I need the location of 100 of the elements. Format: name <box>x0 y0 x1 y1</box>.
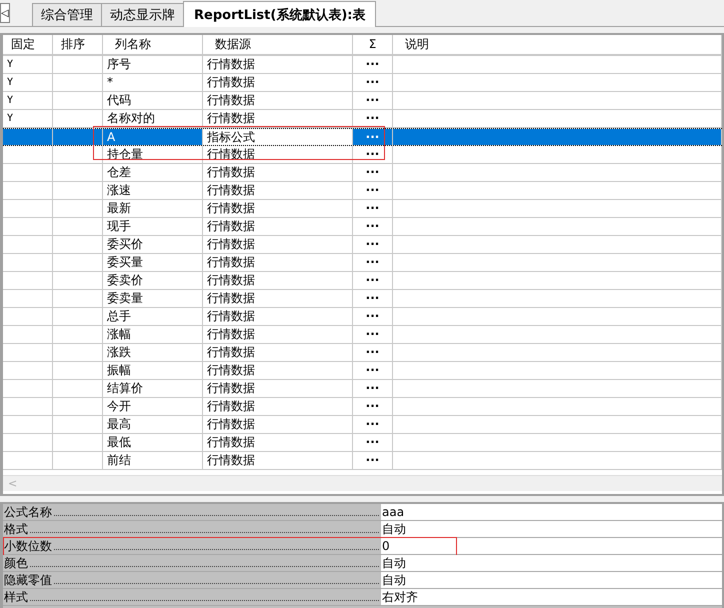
column-header[interactable]: 列名称 <box>103 35 203 54</box>
table-cell: 行情数据 <box>203 308 353 326</box>
property-label: 格式 <box>4 521 28 537</box>
more-button[interactable]: ··· <box>353 110 393 128</box>
more-button[interactable]: ··· <box>353 326 393 344</box>
table-cell: 今开 <box>103 398 203 416</box>
table-row[interactable]: Y 名称对的 行情数据 ··· <box>3 110 722 128</box>
table-cell: 行情数据 <box>203 182 353 200</box>
tab[interactable]: 综合管理 <box>32 3 102 26</box>
more-button[interactable]: ··· <box>353 74 393 92</box>
table-cell: 行情数据 <box>203 110 353 128</box>
table-row[interactable]: 委买量 行情数据 ··· <box>3 254 722 272</box>
table-row[interactable]: 委买价 行情数据 ··· <box>3 236 722 254</box>
column-header[interactable]: 说明 <box>393 35 722 54</box>
table-row[interactable]: 仓差 行情数据 ··· <box>3 164 722 182</box>
table-row[interactable]: 涨速 行情数据 ··· <box>3 182 722 200</box>
property-value[interactable]: aaa <box>381 504 722 520</box>
table-row[interactable]: 涨幅 行情数据 ··· <box>3 326 722 344</box>
more-button[interactable]: ··· <box>353 129 393 145</box>
table-row[interactable]: 最新 行情数据 ··· <box>3 200 722 218</box>
table-cell: 行情数据 <box>203 56 353 74</box>
table-row[interactable]: 委卖价 行情数据 ··· <box>3 272 722 290</box>
table-cell: 行情数据 <box>203 326 353 344</box>
more-button[interactable]: ··· <box>353 434 393 452</box>
table-row[interactable]: 最高 行情数据 ··· <box>3 416 722 434</box>
more-button[interactable]: ··· <box>353 218 393 236</box>
table-row[interactable]: 最低 行情数据 ··· <box>3 434 722 452</box>
property-value[interactable]: 自动 <box>381 572 722 588</box>
property-value[interactable]: 右对齐 <box>381 589 722 605</box>
more-button[interactable]: ··· <box>353 416 393 434</box>
table-cell: A <box>103 129 203 145</box>
table-row[interactable]: 总手 行情数据 ··· <box>3 308 722 326</box>
tab[interactable]: ReportList(系统默认表):表 <box>183 1 376 27</box>
property-label: 颜色 <box>4 555 28 571</box>
table-cell: 行情数据 <box>203 236 353 254</box>
more-button[interactable]: ··· <box>353 254 393 272</box>
column-header[interactable]: 数据源 <box>203 35 353 54</box>
more-button[interactable]: ··· <box>353 56 393 74</box>
table-row[interactable]: Y 序号 行情数据 ··· <box>3 56 722 74</box>
table-row[interactable]: 结算价 行情数据 ··· <box>3 380 722 398</box>
table-cell: 行情数据 <box>203 398 353 416</box>
property-label: 样式 <box>4 589 28 605</box>
table-cell: 行情数据 <box>203 416 353 434</box>
table-cell: 总手 <box>103 308 203 326</box>
table-cell: 最新 <box>103 200 203 218</box>
table-cell: 前结 <box>103 452 203 470</box>
table-row[interactable]: 涨跌 行情数据 ··· <box>3 344 722 362</box>
tab[interactable]: 动态显示牌 <box>101 3 184 26</box>
table-cell: 涨跌 <box>103 344 203 362</box>
more-button[interactable]: ··· <box>353 272 393 290</box>
table-cell: 行情数据 <box>203 434 353 452</box>
scroll-left-button[interactable]: ◁ <box>0 3 10 23</box>
column-header[interactable]: Σ <box>353 35 393 54</box>
more-button[interactable]: ··· <box>353 182 393 200</box>
table-cell: 行情数据 <box>203 380 353 398</box>
table-cell: 行情数据 <box>203 254 353 272</box>
more-button[interactable]: ··· <box>353 290 393 308</box>
more-button[interactable]: ··· <box>353 452 393 470</box>
property-value[interactable]: 自动 <box>381 521 722 537</box>
more-button[interactable]: ··· <box>353 200 393 218</box>
table-cell: 行情数据 <box>203 218 353 236</box>
table-row[interactable]: 前结 行情数据 ··· <box>3 452 722 470</box>
table-cell: Y <box>3 74 53 92</box>
more-button[interactable]: ··· <box>353 380 393 398</box>
more-button[interactable]: ··· <box>353 362 393 380</box>
table-row[interactable]: Y * 行情数据 ··· <box>3 74 722 92</box>
table-cell: 行情数据 <box>203 92 353 110</box>
more-button[interactable]: ··· <box>353 236 393 254</box>
table-cell: 仓差 <box>103 164 203 182</box>
more-button[interactable]: ··· <box>353 92 393 110</box>
table-cell: 结算价 <box>103 380 203 398</box>
table-cell: 行情数据 <box>203 272 353 290</box>
table-row[interactable]: 振幅 行情数据 ··· <box>3 362 722 380</box>
more-button[interactable]: ··· <box>353 398 393 416</box>
table-cell: 序号 <box>103 56 203 74</box>
column-header[interactable]: 固定 <box>3 35 53 54</box>
column-header[interactable]: 排序 <box>53 35 103 54</box>
table-row[interactable]: 现手 行情数据 ··· <box>3 218 722 236</box>
table-cell: 行情数据 <box>203 74 353 92</box>
more-button[interactable]: ··· <box>353 308 393 326</box>
more-button[interactable]: ··· <box>353 146 393 164</box>
table-cell: 行情数据 <box>203 362 353 380</box>
table-row[interactable]: A 指标公式 ··· <box>3 128 722 146</box>
table-cell: 委卖量 <box>103 290 203 308</box>
table-cell: 振幅 <box>103 362 203 380</box>
table-row[interactable]: Y 代码 行情数据 ··· <box>3 92 722 110</box>
table-cell: 代码 <box>103 92 203 110</box>
table-row[interactable]: 委卖量 行情数据 ··· <box>3 290 722 308</box>
property-value[interactable]: 自动 <box>381 555 722 571</box>
table-cell: Y <box>3 92 53 110</box>
table-cell: 委买价 <box>103 236 203 254</box>
table-cell: 行情数据 <box>203 344 353 362</box>
table-cell: 最高 <box>103 416 203 434</box>
property-value[interactable]: 0 <box>381 538 722 554</box>
table-cell: 委买量 <box>103 254 203 272</box>
more-button[interactable]: ··· <box>353 164 393 182</box>
table-row[interactable]: 今开 行情数据 ··· <box>3 398 722 416</box>
more-button[interactable]: ··· <box>353 344 393 362</box>
property-label: 隐藏零值 <box>4 572 52 588</box>
table-cell: 最低 <box>103 434 203 452</box>
